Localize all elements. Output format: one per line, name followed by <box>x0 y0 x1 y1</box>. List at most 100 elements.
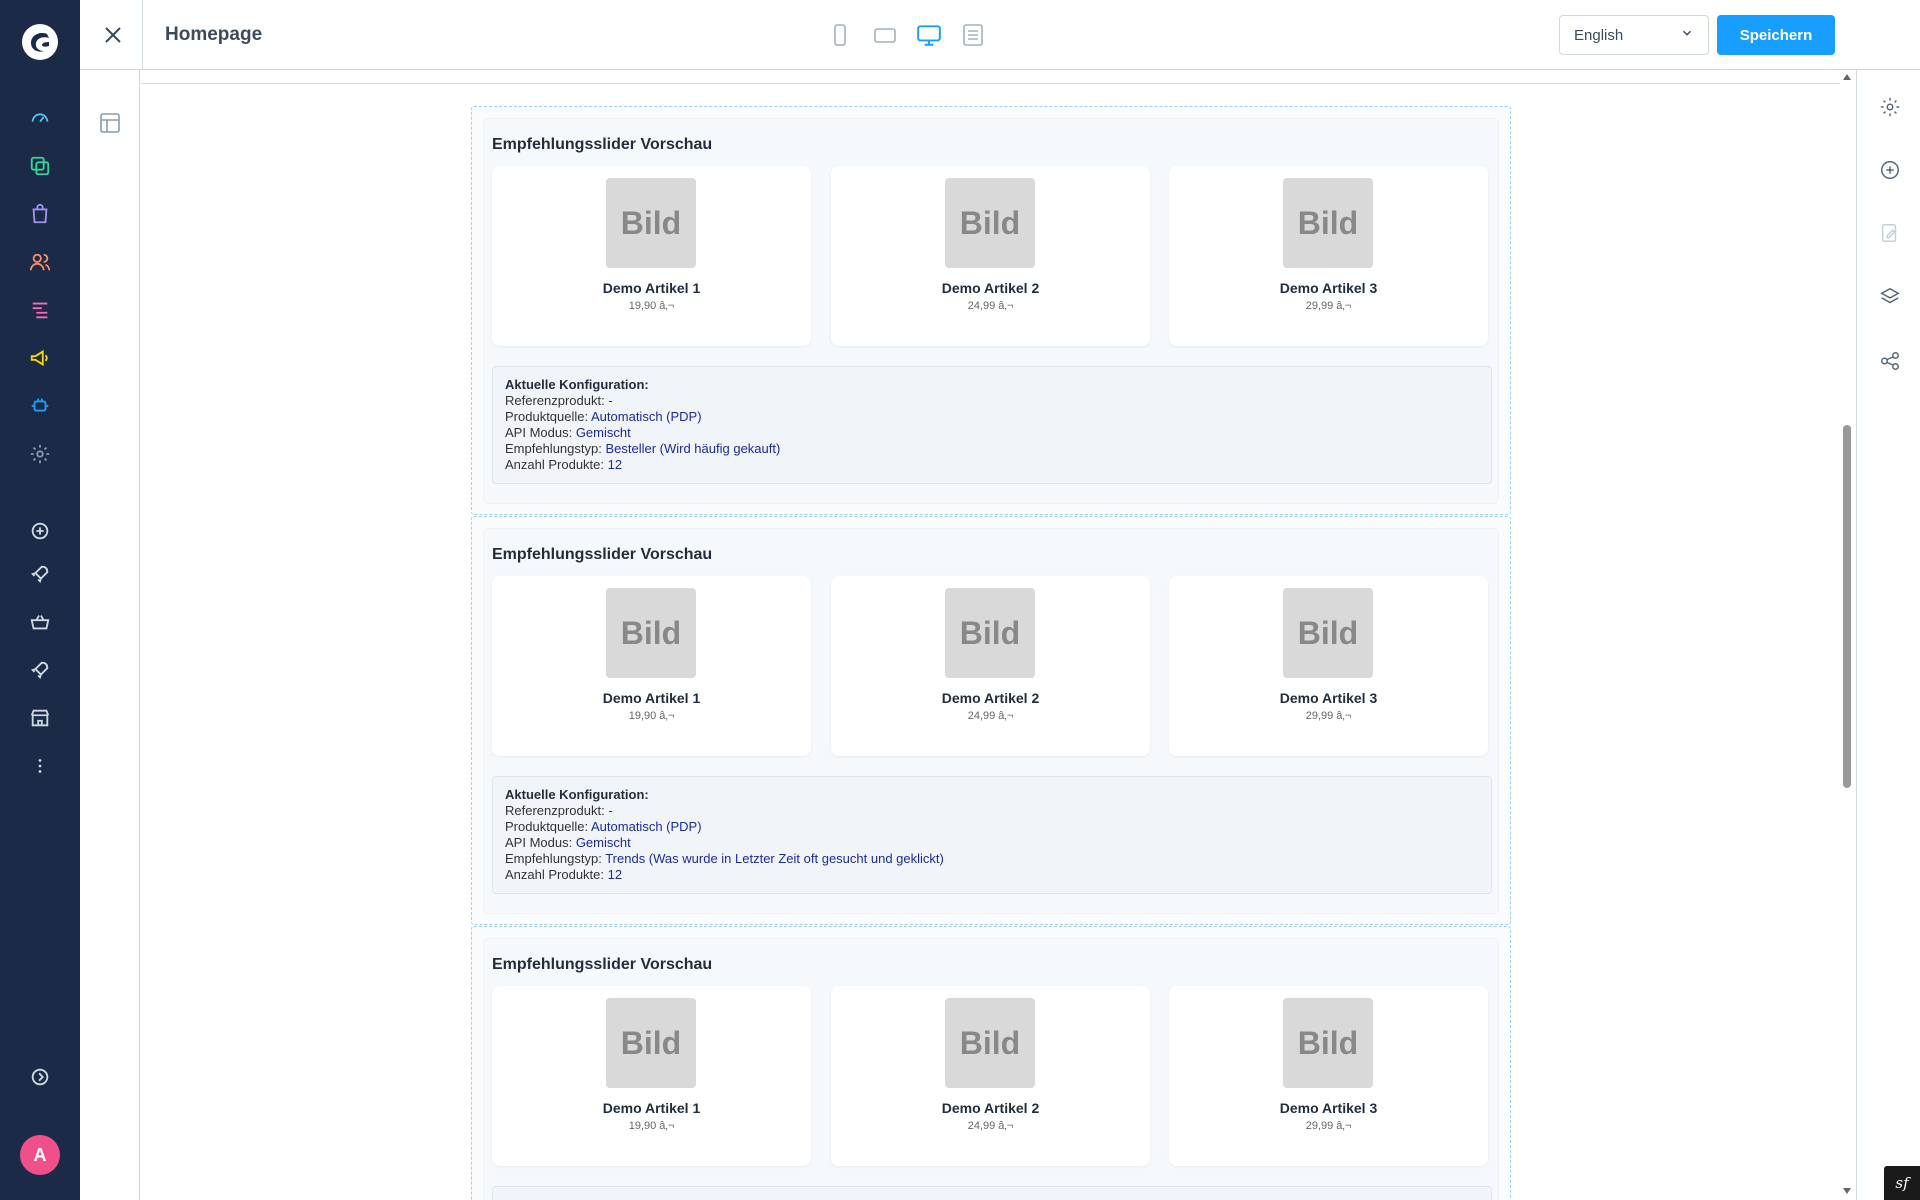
device-desktop-icon[interactable] <box>914 20 944 50</box>
product-card[interactable]: Bild Demo Artikel 2 24,99 â‚¬ <box>831 166 1150 346</box>
recommendation-section[interactable]: Empfehlungsslider Vorschau Bild Demo Art… <box>471 926 1511 1200</box>
recommendation-section[interactable]: Empfehlungsslider Vorschau Bild Demo Art… <box>471 516 1511 925</box>
save-button[interactable]: Speichern <box>1717 15 1835 55</box>
edit-document-icon[interactable] <box>1877 220 1903 246</box>
product-price: 24,99 â‚¬ <box>967 710 1014 722</box>
recommendation-slider-preview[interactable]: Empfehlungsslider Vorschau Bild Demo Art… <box>483 938 1499 1200</box>
shopware-logo-icon[interactable] <box>20 22 60 62</box>
product-card[interactable]: Bild Demo Artikel 1 19,90 â‚¬ <box>492 986 811 1166</box>
config-row: Referenzprodukt: - <box>505 803 613 818</box>
product-image-placeholder: Bild <box>945 178 1035 268</box>
product-price: 29,99 â‚¬ <box>1305 710 1352 722</box>
product-name: Demo Artikel 1 <box>602 280 701 296</box>
customers-icon[interactable] <box>27 249 53 275</box>
share-icon[interactable] <box>1877 348 1903 374</box>
extensions-icon[interactable] <box>27 393 53 419</box>
config-row: Produktquelle: Automatisch (PDP) <box>505 409 702 424</box>
config-heading: Aktuelle Konfiguration: <box>505 377 649 392</box>
block-title: Empfehlungsslider Vorschau <box>492 956 713 973</box>
product-name: Demo Artikel 2 <box>941 280 1040 296</box>
page-title: Homepage <box>165 24 263 45</box>
product-name: Demo Artikel 3 <box>1279 1100 1378 1116</box>
topbar-divider <box>142 0 143 70</box>
product-name: Demo Artikel 2 <box>941 1100 1040 1116</box>
product-name: Demo Artikel 2 <box>941 690 1040 706</box>
add-circle-icon[interactable] <box>27 518 53 544</box>
topbar: Homepage English Speichern <box>80 0 1920 70</box>
config-row: API Modus: Gemischt <box>505 425 631 440</box>
device-list-icon[interactable] <box>958 20 988 50</box>
config-row: API Modus: Gemischt <box>505 835 631 850</box>
product-price: 24,99 â‚¬ <box>967 1120 1014 1132</box>
product-image-placeholder: Bild <box>606 998 696 1088</box>
chevron-down-icon <box>1680 26 1694 44</box>
product-name: Demo Artikel 3 <box>1279 280 1378 296</box>
product-image-placeholder: Bild <box>606 178 696 268</box>
sidebar-right <box>1856 70 1920 1200</box>
config-row: Anzahl Produkte: 12 <box>505 867 623 882</box>
scroll-up-arrow-icon[interactable] <box>1843 74 1851 80</box>
settings-icon[interactable] <box>27 441 53 467</box>
product-image-placeholder: Bild <box>945 998 1035 1088</box>
device-mobile-icon[interactable] <box>825 20 855 50</box>
dashboard-icon[interactable] <box>27 105 53 131</box>
product-card[interactable]: Bild Demo Artikel 1 19,90 â‚¬ <box>492 166 811 346</box>
symfony-toolbar-icon[interactable]: sf <box>1884 1166 1920 1200</box>
settings-icon[interactable] <box>1877 94 1903 120</box>
basket-icon[interactable] <box>27 609 53 635</box>
product-image-placeholder: Bild <box>1283 178 1373 268</box>
config-row: Anzahl Produkte: 12 <box>505 457 623 472</box>
config-row: Empfehlungstyp: Trends (Was wurde in Let… <box>505 851 944 866</box>
product-name: Demo Artikel 1 <box>602 1100 701 1116</box>
product-card[interactable]: Bild Demo Artikel 3 29,99 â‚¬ <box>1169 986 1488 1166</box>
config-row: Produktquelle: Automatisch (PDP) <box>505 819 702 834</box>
recommendation-slider-preview[interactable]: Empfehlungsslider Vorschau Bild Demo Art… <box>483 528 1499 914</box>
product-price: 29,99 â‚¬ <box>1305 1120 1352 1132</box>
storefront-icon[interactable] <box>27 705 53 731</box>
product-price: 29,99 â‚¬ <box>1305 300 1352 312</box>
product-price: 24,99 â‚¬ <box>967 300 1014 312</box>
config-row: Empfehlungstyp: Besteller (Wird häufig g… <box>505 441 781 456</box>
layout-rail <box>80 70 140 1200</box>
product-card[interactable]: Bild Demo Artikel 3 29,99 â‚¬ <box>1169 576 1488 756</box>
recommendation-slider-preview[interactable]: Empfehlungsslider Vorschau Bild Demo Art… <box>483 118 1499 504</box>
marketing-icon[interactable] <box>27 345 53 371</box>
recommendation-section[interactable]: Empfehlungsslider Vorschau Bild Demo Art… <box>471 106 1511 515</box>
more-vertical-icon[interactable] <box>27 753 53 779</box>
product-card[interactable]: Bild Demo Artikel 1 19,90 â‚¬ <box>492 576 811 756</box>
rocket-icon[interactable] <box>27 657 53 683</box>
product-card[interactable]: Bild Demo Artikel 2 24,99 â‚¬ <box>831 986 1150 1166</box>
scrollbar-thumb[interactable] <box>1843 425 1851 788</box>
canvas-scrollbar[interactable] <box>1840 72 1854 1200</box>
catalogue-icon[interactable] <box>27 153 53 179</box>
content-icon[interactable] <box>27 297 53 323</box>
scroll-down-arrow-icon[interactable] <box>1843 1188 1851 1194</box>
product-image-placeholder: Bild <box>1283 998 1373 1088</box>
product-price: 19,90 â‚¬ <box>628 300 675 312</box>
config-heading: Aktuelle Konfiguration: <box>505 787 649 802</box>
layers-icon[interactable] <box>1877 284 1903 310</box>
close-icon[interactable] <box>98 20 128 50</box>
add-block-icon[interactable] <box>1877 157 1903 183</box>
language-select[interactable]: English <box>1559 15 1709 55</box>
product-cards: Bild Demo Artikel 1 19,90 â‚¬ Bild Demo … <box>492 166 1492 346</box>
product-image-placeholder: Bild <box>945 588 1035 678</box>
expand-sidebar-icon[interactable] <box>27 1064 53 1090</box>
orders-icon[interactable] <box>27 201 53 227</box>
layout-icon[interactable] <box>97 110 123 136</box>
product-cards: Bild Demo Artikel 1 19,90 â‚¬ Bild Demo … <box>492 986 1492 1166</box>
admin-sidebar: A <box>0 0 80 1200</box>
rocket-icon[interactable] <box>27 561 53 587</box>
product-name: Demo Artikel 3 <box>1279 690 1378 706</box>
page-canvas: Empfehlungsslider Vorschau Bild Demo Art… <box>141 71 1840 1200</box>
device-tablet-icon[interactable] <box>870 20 900 50</box>
user-avatar[interactable]: A <box>20 1135 60 1175</box>
product-cards: Bild Demo Artikel 1 19,90 â‚¬ Bild Demo … <box>492 576 1492 756</box>
product-card[interactable]: Bild Demo Artikel 3 29,99 â‚¬ <box>1169 166 1488 346</box>
product-price: 19,90 â‚¬ <box>628 710 675 722</box>
product-image-placeholder: Bild <box>1283 588 1373 678</box>
product-card[interactable]: Bild Demo Artikel 2 24,99 â‚¬ <box>831 576 1150 756</box>
canvas-divider <box>141 83 1840 84</box>
config-panel: Aktuelle Konfiguration: Referenzprodukt:… <box>492 776 1492 894</box>
product-price: 19,90 â‚¬ <box>628 1120 675 1132</box>
